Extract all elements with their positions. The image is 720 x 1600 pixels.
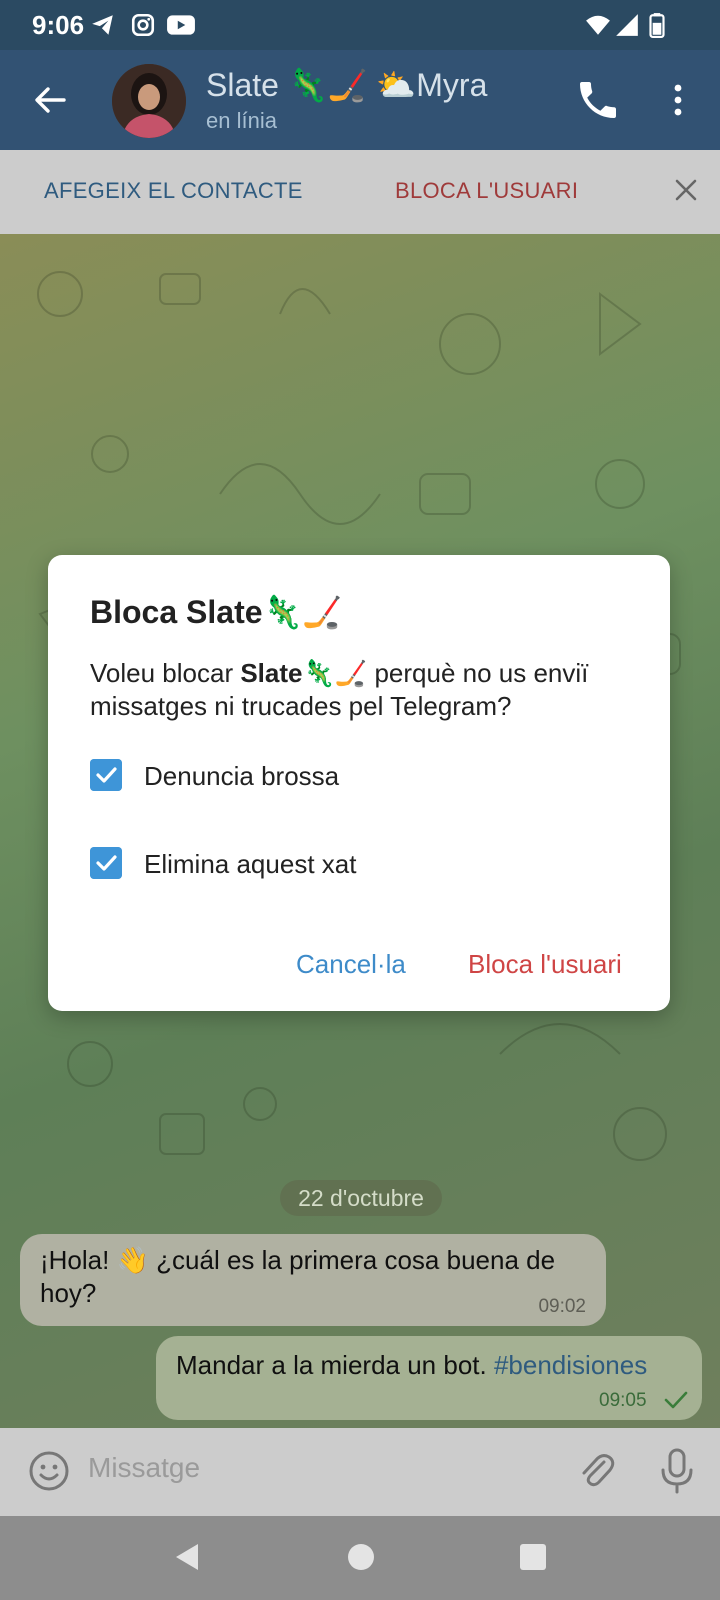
delete-chat-label: Elimina aquest xat <box>144 849 357 879</box>
message-input[interactable]: Missatge <box>88 1452 200 1484</box>
telegram-chat-screen: 9:06 Slate 🦎🏒 ⛅Myra en línia AFEGEIX EL … <box>0 0 720 1600</box>
contact-action-bar: AFEGEIX EL CONTACTE BLOCA L'USUARI <box>0 150 720 234</box>
chat-status: en línia <box>206 108 277 133</box>
message-text: ¡Hola! 👋 ¿cuál es la primera cosa buena … <box>40 1245 556 1308</box>
nav-home-icon[interactable] <box>348 1544 374 1570</box>
dialog-message-name: Slate🦎🏒 <box>240 658 368 688</box>
incoming-message-bubble[interactable]: ¡Hola! 👋 ¿cuál es la primera cosa buena … <box>20 1234 606 1326</box>
confirm-block-button[interactable]: Bloca l'usuari <box>468 949 622 980</box>
paperclip-icon[interactable] <box>574 1448 620 1494</box>
block-user-button[interactable]: BLOCA L'USUARI <box>395 178 578 204</box>
block-user-dialog: Bloca Slate🦎🏒 Voleu blocar Slate🦎🏒 perqu… <box>48 555 670 1011</box>
close-icon[interactable] <box>668 172 704 208</box>
status-time: 9:06 <box>32 10 85 40</box>
avatar[interactable] <box>112 64 186 138</box>
dialog-message: Voleu blocar Slate🦎🏒 perquè no us enviï … <box>90 657 630 723</box>
report-spam-label: Denuncia brossa <box>144 761 340 791</box>
back-arrow-icon[interactable] <box>24 74 76 126</box>
youtube-icon <box>167 15 195 35</box>
battery-icon <box>649 13 665 38</box>
nav-recents-icon[interactable] <box>520 1544 546 1570</box>
date-separator: 22 d'octubre <box>280 1180 442 1216</box>
message-body: Mandar a la mierda un bot. <box>176 1350 487 1380</box>
checkbox-checked-icon[interactable] <box>90 847 122 879</box>
message-time: 09:05 <box>599 1390 647 1411</box>
message-time: 09:02 <box>538 1296 586 1317</box>
delete-chat-option[interactable]: Elimina aquest xat <box>90 839 630 889</box>
signal-icon <box>616 14 638 36</box>
message-input-bar: Missatge <box>0 1428 720 1516</box>
more-options-icon[interactable] <box>660 76 696 124</box>
cancel-button[interactable]: Cancel·la <box>296 949 406 980</box>
message-text: Mandar a la mierda un bot. #bendisiones <box>176 1350 647 1381</box>
chat-title[interactable]: Slate 🦎🏒 ⛅Myra <box>206 66 487 104</box>
instagram-icon <box>131 13 155 37</box>
status-bar: 9:06 <box>0 0 720 50</box>
emoji-icon[interactable] <box>26 1448 72 1494</box>
phone-call-icon[interactable] <box>574 76 622 124</box>
microphone-icon[interactable] <box>656 1446 698 1496</box>
add-contact-button[interactable]: AFEGEIX EL CONTACTE <box>44 178 303 204</box>
system-nav-bar <box>0 1516 720 1600</box>
dialog-message-prefix: Voleu blocar <box>90 658 241 688</box>
hashtag-link[interactable]: #bendisiones <box>494 1350 647 1380</box>
nav-back-icon[interactable] <box>170 1540 204 1574</box>
chat-header: Slate 🦎🏒 ⛅Myra en línia <box>0 50 720 150</box>
dialog-title: Bloca Slate🦎🏒 <box>90 594 343 630</box>
telegram-icon <box>92 15 113 35</box>
read-check-icon <box>664 1391 688 1409</box>
checkbox-checked-icon[interactable] <box>90 759 122 791</box>
report-spam-option[interactable]: Denuncia brossa <box>90 751 630 801</box>
outgoing-message-bubble[interactable]: Mandar a la mierda un bot. #bendisiones … <box>156 1336 702 1420</box>
wifi-icon <box>586 15 610 35</box>
